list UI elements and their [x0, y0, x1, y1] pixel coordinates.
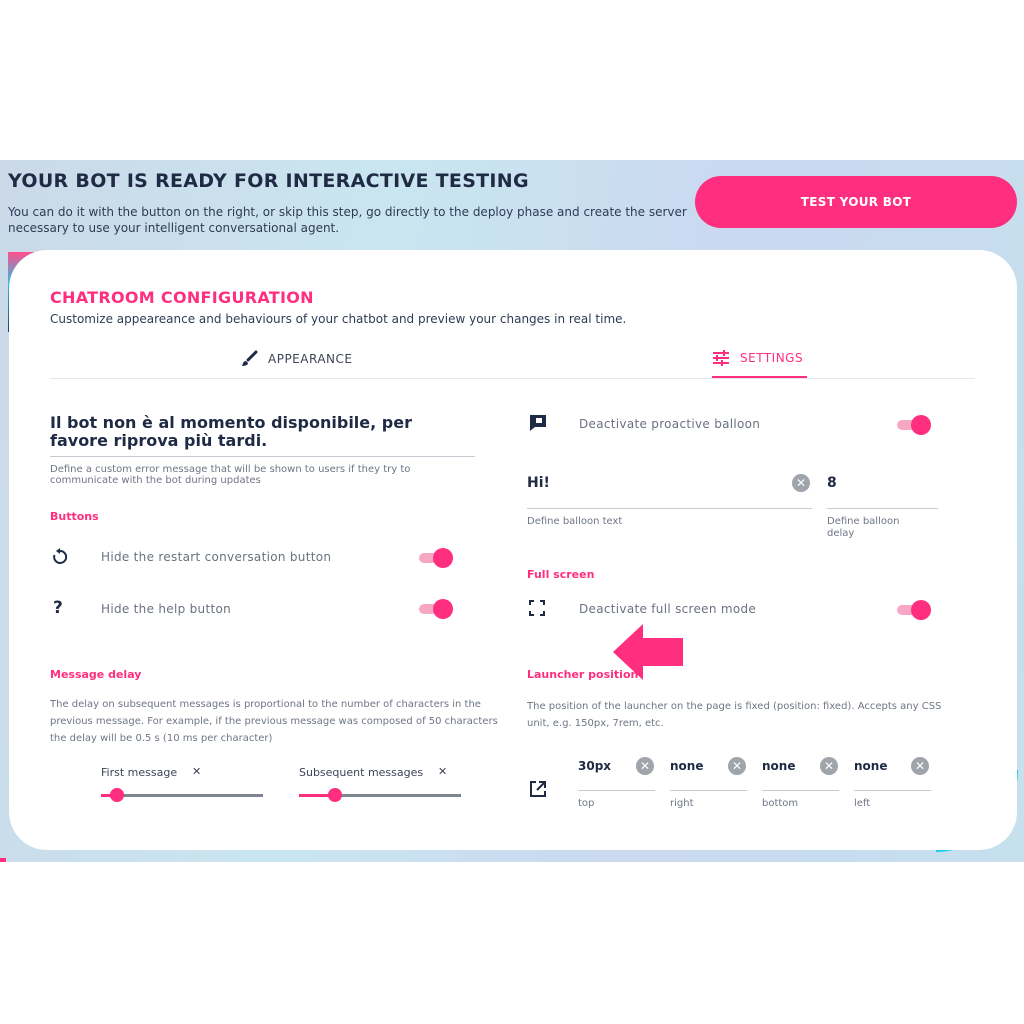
clear-right-icon[interactable]: ✕: [728, 757, 746, 775]
page-title: YOUR BOT IS READY FOR INTERACTIVE TESTIN…: [8, 170, 529, 192]
pointer-arrow-icon: [613, 624, 683, 680]
full-screen-section-title: Full screen: [527, 568, 595, 581]
launcher-left-underline: [854, 790, 931, 791]
chatroom-config-card: CHATROOM CONFIGURATION Customize appeare…: [9, 250, 1017, 850]
card-title: CHATROOM CONFIGURATION: [50, 288, 314, 307]
launcher-right-input[interactable]: none: [670, 759, 703, 773]
restart-button-toggle[interactable]: [419, 548, 453, 568]
first-message-close-icon[interactable]: ✕: [192, 765, 201, 778]
clear-left-icon[interactable]: ✕: [911, 757, 929, 775]
balloon-text-help: Define balloon text: [527, 516, 623, 527]
balloon-delay-input[interactable]: 8: [827, 475, 837, 491]
balloon-icon: [529, 414, 547, 432]
subsequent-messages-slider[interactable]: [299, 787, 461, 803]
launcher-bottom-input[interactable]: none: [762, 759, 795, 773]
clear-bottom-icon[interactable]: ✕: [820, 757, 838, 775]
buttons-section-title: Buttons: [50, 510, 99, 523]
balloon-text-input[interactable]: Hi!: [527, 475, 550, 491]
restart-icon: [51, 548, 69, 566]
edge-decoration: [0, 858, 6, 862]
screen: YOUR BOT IS READY FOR INTERACTIVE TESTIN…: [0, 160, 1024, 862]
tab-appearance[interactable]: APPEARANCE: [240, 340, 352, 378]
balloon-text-underline: [527, 508, 812, 509]
launcher-top-input[interactable]: 30px: [578, 759, 611, 773]
launcher-left-label: left: [854, 798, 871, 809]
tab-settings[interactable]: SETTINGS: [712, 340, 808, 378]
restart-button-label: Hide the restart conversation button: [101, 550, 332, 564]
balloon-delay-help: Define balloon delay: [827, 516, 900, 539]
help-icon: ?: [53, 598, 64, 618]
fullscreen-icon: [529, 600, 545, 616]
tab-settings-label: SETTINGS: [740, 351, 804, 365]
proactive-balloon-toggle[interactable]: [897, 415, 931, 435]
launcher-left-input[interactable]: none: [854, 759, 887, 773]
launcher-position-description: The position of the launcher on the page…: [527, 701, 942, 729]
subsequent-messages-label: Subsequent messages: [299, 766, 424, 779]
launcher-bottom-underline: [762, 790, 839, 791]
first-message-slider[interactable]: [101, 787, 263, 803]
launcher-bottom-label: bottom: [762, 798, 799, 809]
message-delay-description: The delay on subsequent messages is prop…: [50, 699, 498, 744]
help-button-toggle[interactable]: [419, 599, 453, 619]
message-delay-section-title: Message delay: [50, 668, 142, 681]
external-link-icon: [529, 780, 547, 798]
launcher-right-underline: [670, 790, 747, 791]
subsequent-messages-close-icon[interactable]: ✕: [438, 765, 447, 778]
error-message-input[interactable]: Il bot non è al momento disponibile, per…: [50, 414, 460, 450]
card-subtitle: Customize appeareance and behaviours of …: [50, 312, 627, 326]
launcher-right-label: right: [670, 798, 694, 809]
error-message-underline: [50, 456, 475, 457]
page-description: You can do it with the button on the rig…: [8, 205, 687, 235]
proactive-balloon-label: Deactivate proactive balloon: [579, 417, 761, 431]
launcher-top-underline: [578, 790, 655, 791]
first-message-label: First message: [101, 766, 178, 779]
balloon-delay-underline: [827, 508, 938, 509]
clear-balloon-text-icon[interactable]: ✕: [792, 474, 810, 492]
help-button-label: Hide the help button: [101, 602, 232, 616]
error-message-help: Define a custom error message that will …: [50, 464, 411, 486]
clear-top-icon[interactable]: ✕: [636, 757, 654, 775]
brush-icon: [240, 350, 258, 368]
launcher-top-label: top: [578, 798, 595, 809]
full-screen-label: Deactivate full screen mode: [579, 602, 757, 616]
tab-appearance-label: APPEARANCE: [268, 352, 353, 366]
full-screen-toggle[interactable]: [897, 600, 931, 620]
test-your-bot-button[interactable]: TEST YOUR BOT: [695, 176, 1017, 228]
tab-bar: APPEARANCE SETTINGS: [50, 340, 975, 379]
sliders-icon: [712, 350, 730, 366]
